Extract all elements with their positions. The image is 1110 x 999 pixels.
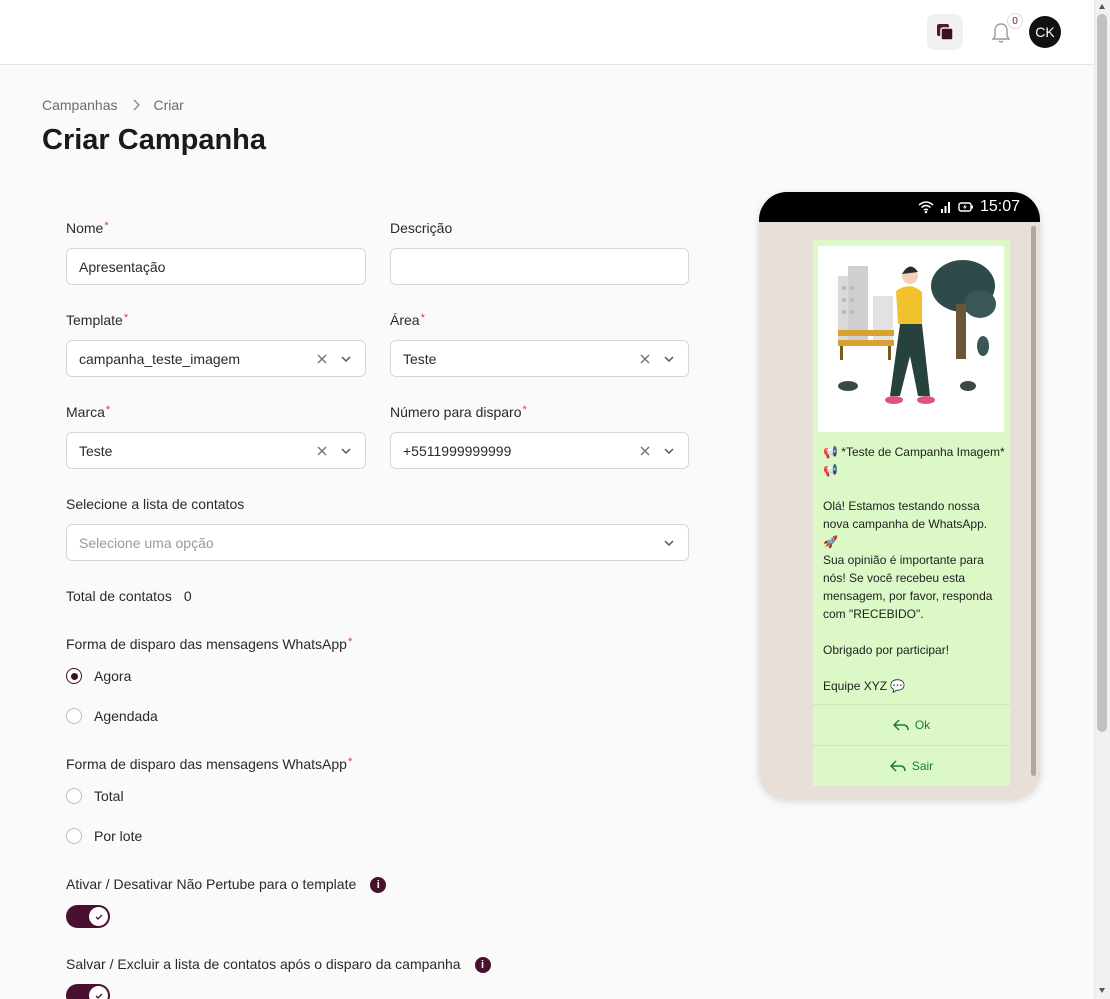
chevron-right-icon — [133, 99, 140, 111]
lista-select[interactable]: Selecione uma opção — [66, 524, 689, 561]
radio-button[interactable] — [66, 788, 82, 804]
radio-agendada[interactable]: Agendada — [66, 708, 158, 724]
numero-label: Número para disparo* — [390, 404, 527, 420]
phone-time: 15:07 — [979, 198, 1020, 215]
phone-status-bar: 15:07 — [759, 192, 1040, 222]
nao-perturbe-toggle[interactable] — [66, 905, 110, 928]
battery-charging-icon — [958, 202, 973, 212]
nao-perturbe-label: Ativar / Desativar Não Pertube para o te… — [66, 876, 387, 894]
clear-icon[interactable] — [638, 352, 652, 366]
phone-scrollbar[interactable] — [1031, 226, 1036, 776]
chevron-down-icon[interactable] — [662, 536, 676, 550]
chevron-down-icon[interactable] — [339, 444, 353, 458]
lista-label: Selecione a lista de contatos — [66, 496, 245, 512]
descricao-input[interactable] — [390, 248, 689, 285]
signal-icon — [940, 202, 950, 213]
info-icon[interactable]: i — [474, 957, 491, 974]
nome-label: Nome* — [66, 220, 109, 236]
scroll-up-arrow-icon[interactable] — [1099, 4, 1105, 9]
reply-icon — [892, 718, 909, 731]
chevron-down-icon[interactable] — [662, 444, 676, 458]
clear-icon[interactable] — [638, 444, 652, 458]
area-label: Área* — [390, 312, 425, 328]
quick-reply-sair[interactable]: Sair — [813, 745, 1010, 785]
check-icon — [95, 914, 102, 920]
message-image — [818, 246, 1004, 432]
notification-badge: 0 — [1007, 13, 1023, 29]
descricao-label: Descrição — [390, 220, 453, 236]
area-select[interactable]: Teste — [390, 340, 689, 377]
breadcrumb-criar: Criar — [153, 97, 184, 113]
reply-icon — [889, 759, 906, 772]
apps-button[interactable] — [927, 14, 963, 50]
breadcrumb-campanhas[interactable]: Campanhas — [42, 97, 118, 113]
total-value: 0 — [183, 588, 192, 604]
scrollbar-thumb[interactable] — [1097, 14, 1107, 732]
radio-button[interactable] — [66, 708, 82, 724]
radio-por-lote[interactable]: Por lote — [66, 828, 142, 844]
chevron-down-icon[interactable] — [339, 352, 353, 366]
page-title: Criar Campanha — [42, 124, 267, 156]
marca-select[interactable]: Teste — [66, 432, 366, 469]
chevron-down-icon[interactable] — [662, 352, 676, 366]
copy-icon — [937, 24, 954, 41]
template-label: Template* — [66, 312, 129, 328]
check-icon — [95, 993, 102, 999]
radio-button[interactable] — [66, 668, 82, 684]
wifi-icon — [918, 201, 934, 214]
radio-agora[interactable]: Agora — [66, 668, 131, 684]
marca-label: Marca* — [66, 404, 111, 420]
clear-icon[interactable] — [315, 444, 329, 458]
forma-disparo-label: Forma de disparo das mensagens WhatsApp* — [66, 636, 353, 652]
salvar-lista-toggle[interactable] — [66, 984, 110, 999]
info-icon[interactable]: i — [370, 877, 387, 894]
breadcrumb: Campanhas Criar — [42, 97, 184, 113]
message-text: 📢 *Teste de Campanha Imagem* 📢 Olá! Esta… — [823, 445, 1005, 693]
message-bubble: 📢 *Teste de Campanha Imagem* 📢 Olá! Esta… — [813, 240, 1010, 786]
template-select[interactable]: campanha_teste_imagem — [66, 340, 366, 377]
forma-disparo-2-label: Forma de disparo das mensagens WhatsApp* — [66, 756, 353, 772]
nome-input[interactable]: Apresentação — [66, 248, 366, 285]
radio-total[interactable]: Total — [66, 788, 124, 804]
quick-reply-ok[interactable]: Ok — [813, 704, 1010, 744]
numero-select[interactable]: +5511999999999 — [390, 432, 689, 469]
radio-button[interactable] — [66, 828, 82, 844]
total-contatos: Total de contatos 0 — [66, 588, 192, 604]
clear-icon[interactable] — [315, 352, 329, 366]
phone-preview: 15:07 📢 *Teste de Campanha Imagem* 📢 Olá… — [759, 192, 1040, 799]
avatar[interactable]: CK — [1029, 16, 1061, 48]
scroll-down-arrow-icon[interactable] — [1099, 988, 1105, 993]
salvar-lista-label: Salvar / Excluir a lista de contatos apó… — [66, 956, 491, 974]
